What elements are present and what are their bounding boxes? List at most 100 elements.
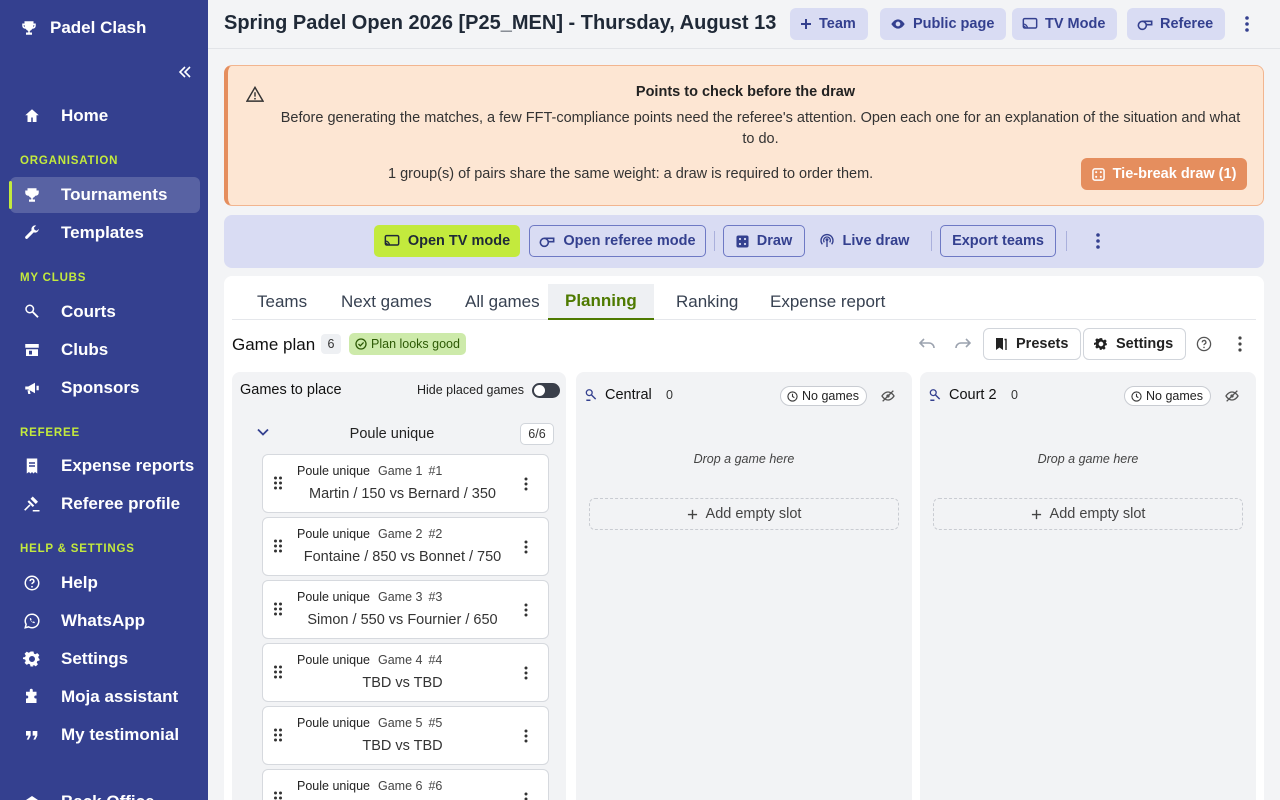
settings-button[interactable]: Settings [1083, 328, 1187, 360]
sidebar-item-label: WhatsApp [61, 611, 146, 630]
game-card[interactable]: Poule unique Game 6 #6 [262, 769, 549, 800]
drag-handle-icon[interactable] [273, 476, 287, 492]
game-menu-button[interactable] [516, 789, 536, 800]
plan-help-button[interactable] [1192, 332, 1216, 356]
actions-more-button[interactable] [1086, 229, 1110, 253]
sidebar-item-settings[interactable]: Settings [10, 641, 200, 677]
sidebar-item-label: Expense reports [61, 456, 195, 475]
more-vertical-icon [1245, 16, 1249, 32]
open-referee-mode-button[interactable]: Open referee mode [529, 225, 706, 257]
game-group: Poule unique [297, 653, 370, 667]
game-menu-button[interactable] [516, 663, 536, 683]
sidebar-item-clubs[interactable]: Clubs [10, 332, 200, 368]
redo-button[interactable] [951, 332, 975, 356]
drag-handle-icon[interactable] [273, 728, 287, 744]
tie-break-draw-button[interactable]: Tie-break draw (1) [1081, 158, 1247, 190]
game-card[interactable]: Poule unique Game 2 #2 Fontaine / 850 vs B… [262, 517, 549, 576]
plan-more-button[interactable] [1228, 332, 1252, 356]
team-button-label: Team [819, 16, 856, 32]
drag-handle-icon[interactable] [273, 665, 287, 681]
plus-icon [687, 509, 698, 520]
chevrons-left-icon [178, 65, 192, 79]
presets-label: Presets [1016, 336, 1069, 352]
collapse-sidebar-button[interactable] [175, 62, 195, 82]
drag-handle-icon[interactable] [273, 602, 287, 618]
quote-icon [22, 725, 42, 745]
draw-button[interactable]: Draw [723, 225, 805, 257]
sidebar-item-whatsapp[interactable]: WhatsApp [10, 603, 200, 639]
tab-teams[interactable]: Teams [240, 284, 324, 320]
gear-icon [22, 649, 42, 669]
tab-planning[interactable]: Planning [548, 284, 654, 320]
game-group: Poule unique [297, 716, 370, 730]
sidebar-item-back-office[interactable]: Back Office [10, 784, 200, 800]
undo-button[interactable] [915, 332, 939, 356]
game-teams: TBD vs TBD [362, 738, 443, 754]
page-title: Spring Padel Open 2026 [P25_MEN] - Thurs… [224, 12, 777, 34]
sidebar-item-referee-profile[interactable]: Referee profile [10, 486, 200, 522]
live-draw-button[interactable]: Live draw [814, 225, 914, 257]
sidebar-item-my-testimonial[interactable]: My testimonial [10, 717, 200, 753]
sidebar-item-label: Settings [61, 649, 129, 668]
game-menu-button[interactable] [516, 474, 536, 494]
open-tv-mode-button[interactable]: Open TV mode [374, 225, 520, 257]
game-teams: Martin / 150 vs Bernard / 350 [309, 486, 496, 502]
sidebar-item-label: Help [61, 573, 98, 592]
brand[interactable]: Padel Clash [20, 14, 146, 42]
sidebar-item-courts[interactable]: Courts [10, 294, 200, 330]
alert-note: 1 group(s) of pairs share the same weigh… [388, 166, 874, 182]
whistle-icon [539, 234, 555, 248]
game-id: #6 [428, 779, 443, 793]
add-empty-slot-button[interactable]: Add empty slot [933, 498, 1243, 530]
referee-button-label: Referee [1160, 16, 1214, 32]
court-status-badge: No games [780, 386, 867, 406]
game-menu-button[interactable] [516, 537, 536, 557]
tab-next-games[interactable]: Next games [324, 284, 449, 320]
sidebar-item-label: My testimonial [61, 725, 180, 744]
game-group: Poule unique [297, 527, 370, 541]
tv-mode-button[interactable]: TV Mode [1012, 8, 1118, 40]
sidebar-item-tournaments[interactable]: Tournaments [9, 177, 200, 213]
public-page-button[interactable]: Public page [880, 8, 1007, 40]
sidebar-item-sponsors[interactable]: Sponsors [10, 370, 200, 406]
export-teams-button[interactable]: Export teams [940, 225, 1056, 257]
game-menu-button[interactable] [516, 726, 536, 746]
add-empty-slot-button[interactable]: Add empty slot [589, 498, 899, 530]
check-circle-icon [355, 338, 367, 350]
sidebar-item-templates[interactable]: Templates [10, 215, 200, 251]
eye-off-icon[interactable] [876, 384, 900, 408]
game-card[interactable]: Poule unique Game 3 #3 Simon / 550 vs Four… [262, 580, 549, 639]
plan-status-badge: Plan looks good [349, 333, 466, 355]
eye-off-icon[interactable] [1220, 384, 1244, 408]
add-empty-slot-label: Add empty slot [705, 506, 802, 522]
hide-placed-toggle[interactable] [532, 383, 560, 398]
game-card[interactable]: Poule unique Game 4 #4 TBD vs TBD [262, 643, 549, 702]
group-header[interactable]: Poule unique 6/6 [254, 422, 554, 446]
sidebar-item-moja-assistant[interactable]: Moja assistant [10, 679, 200, 715]
group-count-badge: 6/6 [520, 423, 554, 445]
sidebar-item-expense-reports[interactable]: Expense reports [10, 448, 200, 484]
tab-expense-report[interactable]: Expense report [753, 284, 902, 320]
sidebar-item-help[interactable]: Help [10, 565, 200, 601]
broadcast-icon [819, 233, 835, 249]
sidebar-item-home[interactable]: Home [10, 98, 200, 134]
game-meta: Poule unique Game 6 #6 [297, 779, 442, 793]
court-name: Court 2 [949, 387, 997, 403]
game-teams: Fontaine / 850 vs Bonnet / 750 [303, 549, 502, 565]
tab-all-games[interactable]: All games [448, 284, 557, 320]
presets-button[interactable]: Presets [983, 328, 1082, 360]
sidebar-item-label: Moja assistant [61, 687, 179, 706]
game-menu-button[interactable] [516, 600, 536, 620]
tab-ranking[interactable]: Ranking [659, 284, 755, 320]
team-button[interactable]: Team [790, 8, 868, 40]
hide-placed-label: Hide placed games [417, 383, 525, 397]
game-card[interactable]: Poule unique Game 1 #1 Martin / 150 vs Ber… [262, 454, 549, 513]
header-more-button[interactable] [1235, 12, 1259, 36]
drag-handle-icon[interactable] [273, 539, 287, 555]
referee-button[interactable]: Referee [1127, 8, 1226, 40]
drag-handle-icon[interactable] [273, 791, 287, 800]
receipt-icon [22, 456, 42, 476]
sidebar-item-label: Referee profile [61, 494, 181, 513]
divider [714, 231, 715, 251]
game-card[interactable]: Poule unique Game 5 #5 TBD vs TBD [262, 706, 549, 765]
